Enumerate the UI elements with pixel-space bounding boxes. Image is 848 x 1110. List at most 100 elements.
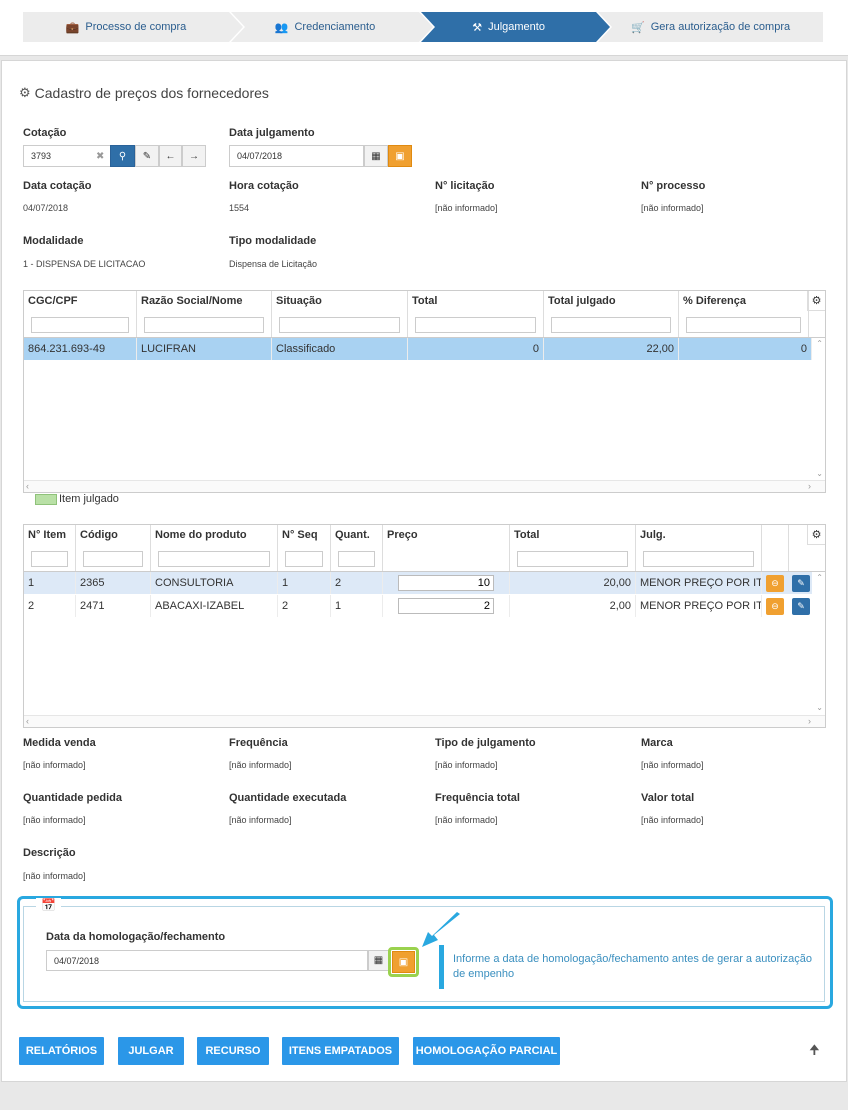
hora-cotacao-label: Hora cotação — [229, 180, 299, 192]
column-header[interactable]: Julg. — [636, 525, 762, 571]
marca-label: Marca — [641, 737, 673, 749]
scroll-right-icon[interactable]: › — [808, 481, 811, 491]
save-julgamento-button[interactable]: ▣ — [388, 145, 412, 167]
n-licitacao-value: [não informado] — [435, 203, 498, 213]
filter-input[interactable] — [338, 551, 375, 567]
table-row[interactable]: 864.231.693-49 LUCIFRAN Classificado 0 2… — [24, 338, 812, 360]
column-header[interactable]: Total — [408, 291, 544, 337]
scroll-down-icon[interactable]: ⌄ — [816, 703, 823, 712]
filter-input[interactable] — [83, 551, 143, 567]
briefcase-icon: 💼 — [65, 21, 80, 34]
table-cell: 0 — [408, 338, 544, 360]
scroll-up-icon[interactable]: ⌃ — [816, 339, 823, 348]
save-homologacao-button[interactable]: ▣ — [392, 951, 415, 973]
descricao-label: Descrição — [23, 847, 76, 859]
clear-icon[interactable]: ✖ — [96, 151, 104, 162]
calendar-button[interactable]: ▦ — [364, 145, 388, 167]
homologacao-parcial-button[interactable]: HOMOLOGAÇÃO PARCIAL — [413, 1037, 560, 1065]
filter-input[interactable] — [144, 317, 264, 333]
gear-icon: ⚙ — [811, 295, 822, 307]
column-header[interactable]: % Diferença — [679, 291, 809, 337]
scroll-right-icon[interactable]: › — [808, 716, 811, 726]
calendar-icon: ▦ — [371, 150, 381, 162]
grid-settings-button[interactable]: ⚙ — [807, 525, 825, 545]
horizontal-scrollbar[interactable]: ‹ › — [24, 480, 825, 492]
marca-value: [não informado] — [641, 760, 704, 770]
tipo-modalidade-value: Dispensa de Licitação — [229, 259, 318, 269]
modalidade-label: Modalidade — [23, 235, 84, 247]
filter-input[interactable] — [285, 551, 323, 567]
search-button[interactable]: ⚲ — [110, 145, 135, 167]
table-cell: CONSULTORIA — [151, 572, 278, 594]
wizard-step-label: Credenciamento — [294, 21, 376, 33]
column-header[interactable]: Quant. — [331, 525, 383, 571]
wizard-steps: 💼 Processo de compra 👥 Credenciamento ⚒ … — [23, 12, 825, 42]
recurso-button[interactable]: RECURSO — [197, 1037, 269, 1065]
remove-button[interactable]: ⊖ — [766, 598, 784, 615]
edit-row-button[interactable]: ✎ — [792, 598, 810, 615]
medida-venda-label: Medida venda — [23, 737, 96, 749]
minus-circle-icon: ⊖ — [771, 578, 779, 588]
column-header[interactable]: CGC/CPF — [24, 291, 137, 337]
itens-empatados-button[interactable]: ITENS EMPATADOS — [282, 1037, 399, 1065]
horizontal-scrollbar[interactable]: ‹ › — [24, 715, 825, 727]
users-icon: 👥 — [274, 21, 289, 34]
table-row[interactable]: 2 2471 ABACAXI-IZABEL 2 1 2,00 MENOR PRE… — [24, 595, 812, 617]
calendar-button[interactable]: ▦ — [368, 950, 389, 971]
column-header[interactable]: Total julgado — [544, 291, 679, 337]
column-header[interactable]: Situação — [272, 291, 408, 337]
data-julgamento-input[interactable]: 04/07/2018 — [229, 145, 364, 167]
price-input[interactable] — [398, 598, 494, 614]
filter-input[interactable] — [31, 317, 129, 333]
wizard-step-processo[interactable]: 💼 Processo de compra — [23, 12, 243, 42]
filter-input[interactable] — [643, 551, 754, 567]
medida-venda-value: [não informado] — [23, 760, 86, 770]
scroll-left-icon[interactable]: ‹ — [26, 716, 29, 726]
column-header[interactable]: Código — [76, 525, 151, 571]
scroll-left-icon[interactable]: ‹ — [26, 481, 29, 491]
filter-input[interactable] — [279, 317, 400, 333]
column-header[interactable]: N° Item — [24, 525, 76, 571]
column-header[interactable]: Nome do produto — [151, 525, 278, 571]
wizard-step-julgamento[interactable]: ⚒ Julgamento — [421, 12, 611, 42]
homologacao-label: Data da homologação/fechamento — [46, 931, 226, 943]
edit-button[interactable]: ✎ — [135, 145, 159, 167]
wizard-step-autorizacao[interactable]: 🛒 Gera autorização de compra — [598, 12, 823, 42]
filter-input[interactable] — [158, 551, 270, 567]
price-input[interactable] — [398, 575, 494, 591]
relatorios-button[interactable]: RELATÓRIOS — [19, 1037, 104, 1065]
column-header[interactable]: Total — [510, 525, 636, 571]
grid-settings-button[interactable]: ⚙ — [807, 291, 825, 311]
scroll-top-icon[interactable]: 🠉 — [809, 1041, 820, 1063]
remove-button[interactable]: ⊖ — [766, 575, 784, 592]
wizard-step-credenciamento[interactable]: 👥 Credenciamento — [230, 12, 434, 42]
wizard-step-label: Gera autorização de compra — [650, 21, 791, 33]
wizard-step-label: Julgamento — [488, 21, 545, 33]
filter-input[interactable] — [551, 317, 671, 333]
filter-input[interactable] — [415, 317, 536, 333]
column-header[interactable]: N° Seq — [278, 525, 331, 571]
pencil-icon: ✎ — [142, 150, 152, 162]
homologacao-date-input[interactable]: 04/07/2018 — [46, 950, 368, 971]
n-processo-value: [não informado] — [641, 203, 704, 213]
edit-row-button[interactable]: ✎ — [792, 575, 810, 592]
hora-cotacao-value: 1554 — [229, 203, 250, 213]
filter-input[interactable] — [517, 551, 628, 567]
next-button[interactable]: → — [182, 145, 206, 167]
julgar-button[interactable]: JULGAR — [118, 1037, 184, 1065]
column-header[interactable]: Preço — [383, 525, 510, 571]
frequencia-value: [não informado] — [229, 760, 292, 770]
scroll-down-icon[interactable]: ⌄ — [816, 469, 823, 478]
column-header[interactable]: Razão Social/Nome — [137, 291, 272, 337]
legend-swatch — [35, 494, 57, 505]
n-processo-label: N° processo — [641, 180, 706, 192]
previous-button[interactable]: ← — [159, 145, 182, 167]
scroll-up-icon[interactable]: ⌃ — [816, 573, 823, 582]
pencil-icon: ✎ — [797, 578, 805, 588]
table-row[interactable]: 1 2365 CONSULTORIA 1 2 20,00 MENOR PREÇO… — [24, 572, 812, 594]
calendar-icon: 📅 — [36, 898, 61, 912]
filter-input[interactable] — [686, 317, 801, 333]
table-cell: ABACAXI-IZABEL — [151, 595, 278, 617]
page-title: ⚙ Cadastro de preços dos fornecedores — [19, 85, 269, 101]
filter-input[interactable] — [31, 551, 68, 567]
